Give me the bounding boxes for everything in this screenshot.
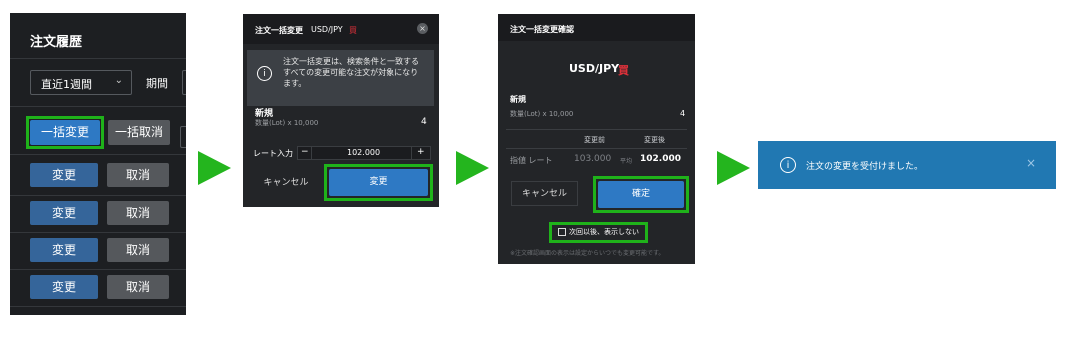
divider	[506, 129, 687, 130]
rate-label: レート入力	[253, 149, 293, 158]
divider	[10, 269, 186, 270]
divider	[10, 232, 186, 233]
cancel-button[interactable]: キャンセル	[253, 172, 319, 195]
section-title: 新規	[510, 95, 526, 104]
info-icon: i	[257, 66, 272, 81]
dont-show-label: 次回以後、表示しない	[569, 228, 639, 236]
dont-show-checkbox[interactable]	[558, 228, 566, 236]
row-change-button[interactable]: 変更	[30, 238, 98, 262]
qty-value: 4	[421, 117, 427, 127]
confirm-button[interactable]: 確定	[598, 181, 684, 208]
row-change-button[interactable]: 変更	[30, 275, 98, 299]
qty-label: 数量(Lot) x 10,000	[255, 119, 319, 127]
period-date-field[interactable]	[182, 70, 186, 95]
bulk-cancel-button[interactable]: 一括取消	[108, 120, 170, 145]
rate-before: 103.000	[574, 154, 612, 164]
rate-label: 指値 レート	[510, 156, 553, 165]
buy-badge: 買	[349, 26, 357, 35]
rate-after: 102.000	[640, 154, 681, 164]
rate-input[interactable]: 102.000	[347, 148, 380, 157]
period-label: 期間	[146, 77, 168, 90]
dialog-title: 注文一括変更確認	[510, 25, 574, 34]
next-step-arrow-icon	[456, 151, 489, 185]
period-select-value: 直近1週間	[41, 78, 92, 91]
col-after: 変更後	[644, 136, 665, 144]
dialog-title: 注文一括変更	[255, 26, 303, 35]
minus-button[interactable]: −	[301, 147, 309, 157]
info-icon: i	[780, 157, 796, 173]
rate-before-unit: 平均	[620, 158, 633, 165]
divider	[10, 195, 186, 196]
bulk-change-confirm-dialog: 注文一括変更確認 USD/JPY 買 新規 数量(Lot) x 10,000 4…	[498, 14, 695, 264]
next-step-arrow-icon	[717, 151, 750, 185]
row-change-button[interactable]: 変更	[30, 201, 98, 225]
partial-control	[180, 126, 186, 148]
close-icon[interactable]: ×	[417, 23, 428, 34]
divider	[10, 106, 186, 107]
row-cancel-button[interactable]: 取消	[107, 238, 169, 262]
col-before: 変更前	[584, 136, 605, 144]
footnote: ※注文確認画面の表示は設定からいつでも変更可能です。	[510, 250, 665, 257]
page-title: 注文履歴	[30, 35, 83, 50]
bulk-change-button[interactable]: 一括変更	[30, 120, 100, 145]
currency-pair: USD/JPY	[569, 62, 620, 75]
row-cancel-button[interactable]: 取消	[107, 163, 169, 187]
change-button[interactable]: 変更	[329, 169, 428, 196]
close-icon[interactable]: ×	[1026, 156, 1036, 170]
next-step-arrow-icon	[198, 151, 231, 185]
info-text: 注文一括変更は、検索条件と一致する すべての変更可能な注文が対象になり ます。	[283, 57, 419, 88]
bulk-change-dialog: 注文一括変更 USD/JPY 買 × i 注文一括変更は、検索条件と一致する す…	[243, 14, 439, 207]
chevron-down-icon: ⌄	[114, 75, 123, 86]
divider	[311, 146, 312, 160]
plus-button[interactable]: +	[417, 147, 425, 157]
order-history-panel: 注文履歴 直近1週間 ⌄ 期間 一括変更 一括取消 変更 取消 変更 取消 変更…	[10, 13, 186, 315]
divider	[10, 58, 186, 59]
toast-message: 注文の変更を受付けました。	[806, 162, 924, 172]
row-cancel-button[interactable]: 取消	[107, 201, 169, 225]
qty-label: 数量(Lot) x 10,000	[510, 110, 574, 118]
divider	[10, 154, 186, 155]
qty-value: 4	[680, 109, 686, 118]
buy-badge: 買	[618, 64, 629, 77]
cancel-button[interactable]: キャンセル	[511, 181, 578, 206]
divider	[411, 146, 412, 160]
row-cancel-button[interactable]: 取消	[107, 275, 169, 299]
success-toast: i 注文の変更を受付けました。 ×	[758, 141, 1056, 189]
period-select[interactable]: 直近1週間 ⌄	[30, 70, 132, 95]
divider	[506, 148, 687, 149]
currency-pair: USD/JPY	[311, 25, 343, 34]
divider	[10, 306, 186, 307]
row-change-button[interactable]: 変更	[30, 163, 98, 187]
